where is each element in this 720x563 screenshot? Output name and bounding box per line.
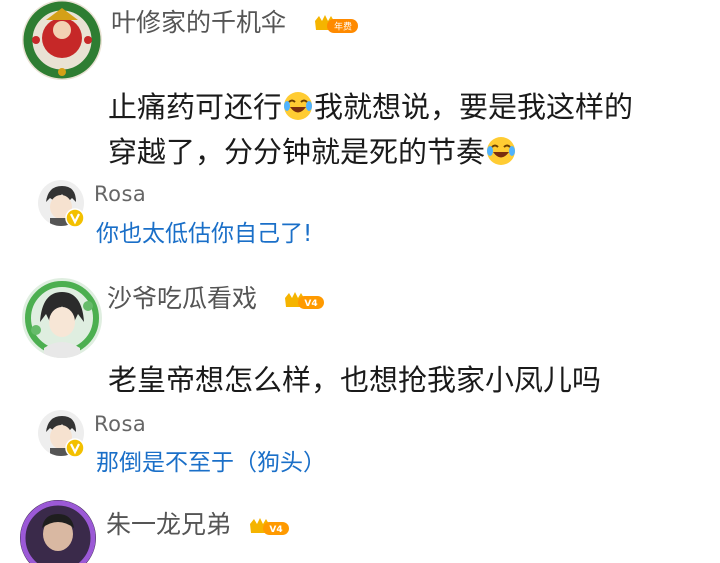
- comment-body: 老皇帝想怎么样，也想抢我家小凤儿吗: [108, 357, 601, 403]
- verified-v-icon: [65, 208, 85, 228]
- reply-username[interactable]: Rosa: [94, 414, 146, 435]
- crown-icon: V4: [285, 292, 324, 309]
- reply-text: 你也太低估你自己了!: [96, 221, 313, 247]
- comment-text-part: 我就想说，要是我这样的: [314, 90, 634, 124]
- laugh-cry-emoji-icon: [282, 90, 314, 122]
- comment-username[interactable]: 沙爷吃瓜看戏: [107, 286, 257, 311]
- laugh-cry-emoji-icon: [485, 135, 517, 167]
- verified-v-icon: [65, 438, 85, 458]
- comment-username[interactable]: 叶修家的千机伞: [111, 10, 286, 35]
- comment-text-part: 穿越了，分分钟就是死的节奏: [108, 135, 486, 169]
- comment-body: 止痛药可还行 我就想说，要是我这样的: [108, 84, 633, 130]
- svg-text:V4: V4: [304, 299, 317, 309]
- comment-body-line2: 穿越了，分分钟就是死的节奏: [108, 129, 517, 175]
- vip-level-badge: V4: [283, 290, 325, 312]
- avatar[interactable]: [22, 278, 102, 358]
- reply-username[interactable]: Rosa: [94, 184, 146, 205]
- avatar[interactable]: [20, 500, 96, 563]
- annual-member-badge: 年费: [313, 13, 359, 35]
- vip-level-badge: V4: [248, 516, 290, 538]
- comment-text-part: 止痛药可还行: [108, 90, 283, 124]
- svg-text:年费: 年费: [334, 21, 352, 33]
- svg-text:V4: V4: [269, 525, 282, 535]
- crown-icon: 年费: [315, 15, 358, 33]
- comment-thread: 叶修家的千机伞 年费 止痛药可还行 我就想说，要是我这样的 穿越了，分分钟就是死…: [0, 0, 720, 563]
- reply-text: 那倒是不至于（狗头）: [96, 450, 326, 476]
- avatar[interactable]: [22, 0, 102, 80]
- comment-text-part: 老皇帝想怎么样，也想抢我家小凤儿吗: [108, 363, 602, 397]
- comment-username[interactable]: 朱一龙兄弟: [106, 512, 231, 537]
- crown-icon: V4: [250, 518, 289, 535]
